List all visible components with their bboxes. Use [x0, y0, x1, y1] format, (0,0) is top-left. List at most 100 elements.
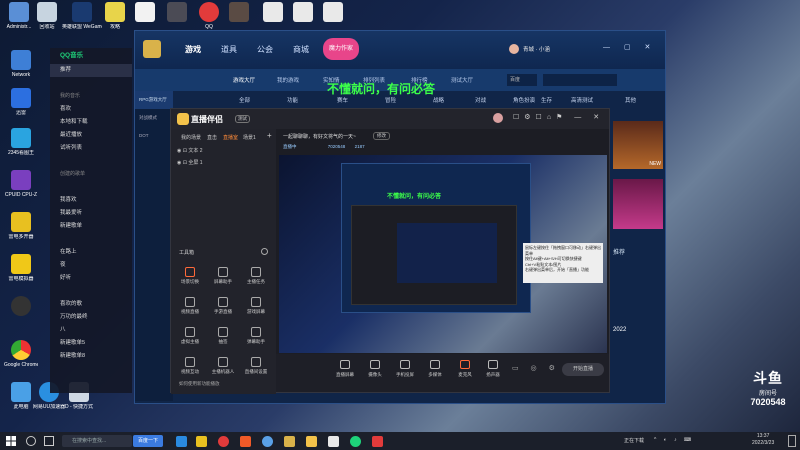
- subtab-my-games[interactable]: 我的游戏: [277, 76, 299, 84]
- qq-playlist-1[interactable]: 我喜欢: [50, 194, 132, 207]
- bottom-phone-cast[interactable]: 手机投屏: [392, 360, 418, 378]
- tool-lottery[interactable]: 抽签: [208, 327, 238, 345]
- qq-playlist-4[interactable]: 在路上: [50, 246, 132, 259]
- scene-tab-my[interactable]: 我的场景: [181, 134, 201, 141]
- cortana-search-icon[interactable]: [26, 436, 36, 446]
- notepad-icon[interactable]: [328, 436, 339, 447]
- clock[interactable]: 13:37 2022/3/23: [752, 433, 774, 447]
- streamer-avatar[interactable]: [493, 113, 503, 123]
- tool-video-interact[interactable]: 视频互动: [175, 357, 205, 375]
- tool-danmaku[interactable]: 弹幕助手: [241, 327, 271, 345]
- scene-tab-1[interactable]: 场景1: [243, 134, 256, 141]
- qq-playlist-7[interactable]: 喜欢的歌: [50, 298, 132, 311]
- qq-playlist-2[interactable]: 我最爱听: [50, 207, 132, 220]
- qq-playlist-3[interactable]: 新建歌单: [50, 220, 132, 233]
- tool-video-live[interactable]: 视频直播: [175, 297, 205, 315]
- netease-icon[interactable]: [218, 436, 229, 447]
- category-hd-test[interactable]: 高清测试: [571, 96, 593, 104]
- desktop-icon-document-3[interactable]: [286, 2, 320, 24]
- taskbar-search-input[interactable]: 在搜索中查找...: [62, 435, 132, 447]
- qq-music-icon[interactable]: [350, 436, 361, 447]
- add-scene-button[interactable]: +: [267, 131, 272, 140]
- tray-icons[interactable]: ^ ◐ ♪ ⌨: [654, 437, 694, 443]
- nav-tab-props[interactable]: 道具: [221, 44, 237, 55]
- stream-app-icon[interactable]: [306, 436, 317, 447]
- footer-help-link[interactable]: 如何使用新功能播放: [179, 381, 220, 387]
- eye-icon[interactable]: ◉ ⊡: [177, 160, 188, 166]
- tool-screen-helper[interactable]: 屏幕助手: [208, 267, 238, 285]
- qq-item-trial[interactable]: 试听列表: [50, 142, 132, 155]
- category-survival[interactable]: 生存: [541, 96, 552, 104]
- desktop-icon-wegame[interactable]: 英雄联盟 WeGame版: [62, 2, 102, 30]
- qq-item-recent[interactable]: 最近播放: [50, 129, 132, 142]
- tool-room-settings[interactable]: 直播间设置: [241, 357, 271, 375]
- tool-mobile-live[interactable]: 手游直播: [208, 297, 238, 315]
- scene-tab-room[interactable]: 直播室: [223, 134, 238, 141]
- left-item-dot[interactable]: DOT: [135, 127, 173, 145]
- taskbar-search-button[interactable]: 百度一下: [133, 435, 163, 447]
- desktop-icon-ld-multi[interactable]: 雷电多开器: [4, 212, 38, 240]
- qq-item-local[interactable]: 本地和下载: [50, 116, 132, 129]
- subtab-lobby[interactable]: 游戏大厅: [233, 76, 255, 84]
- game-cover-2[interactable]: [613, 179, 663, 229]
- file-explorer-icon[interactable]: [196, 436, 207, 447]
- qq-playlist-10[interactable]: 新建歌单5: [50, 337, 132, 350]
- start-live-button[interactable]: 开始直播: [562, 363, 604, 376]
- game-platform-icon[interactable]: [284, 436, 295, 447]
- task-view-icon[interactable]: [44, 436, 54, 446]
- qq-playlist-5[interactable]: 夜: [50, 259, 132, 272]
- bottom-extra-icons[interactable]: ▭ ◎ ⚙: [512, 364, 560, 372]
- nav-tab-mall[interactable]: 商城: [293, 44, 309, 55]
- category-rpg[interactable]: 角色扮演: [513, 96, 535, 104]
- edit-note-button[interactable]: 修改: [373, 132, 390, 140]
- desktop-icon-screenshot-2[interactable]: [222, 2, 256, 24]
- desktop-icon-document-4[interactable]: [316, 2, 350, 24]
- desktop-icon-guide[interactable]: 攻略: [98, 2, 132, 30]
- promo-badge[interactable]: 魔力作家: [323, 38, 359, 60]
- desktop-icon-document-2[interactable]: [256, 2, 290, 24]
- qq-playlist-11[interactable]: 新建歌单8: [50, 350, 132, 363]
- desktop-icon-document[interactable]: [128, 2, 162, 24]
- category-strategy[interactable]: 战略: [433, 96, 444, 104]
- eye-icon[interactable]: ◉ ⊡: [177, 148, 188, 154]
- bottom-microphone[interactable]: 麦克风: [452, 360, 478, 378]
- tool-virtual-host[interactable]: 虚拟主播: [175, 327, 205, 345]
- desktop-icon-cpuz[interactable]: CPUID CPU-Z: [4, 170, 38, 198]
- tool-robot[interactable]: 主播机器人: [208, 357, 238, 375]
- windows-start-icon[interactable]: [6, 436, 16, 446]
- desktop-icon-network[interactable]: Network: [4, 50, 38, 78]
- category-all[interactable]: 全部: [239, 96, 250, 104]
- tool-scene-switch[interactable]: 场景切换: [175, 267, 205, 285]
- nav-tab-guild[interactable]: 公会: [257, 44, 273, 55]
- desktop-icon-screenshot-1[interactable]: [160, 2, 194, 24]
- game-cover-1[interactable]: NEW: [613, 121, 663, 169]
- download-status[interactable]: 正在下载: [624, 437, 644, 444]
- source-item-1[interactable]: ◉ ⊡ 文本 2: [177, 147, 203, 154]
- region-select[interactable]: 百度: [507, 74, 537, 86]
- tool-game-screen[interactable]: 游戏屏幕: [241, 297, 271, 315]
- desktop-icon-recycle-bin[interactable]: 回收站: [30, 2, 64, 30]
- left-item-rpg[interactable]: RPG游戏大厅: [135, 91, 173, 109]
- stream-title-icons[interactable]: ☐⚙☐⌂⚑ — ✕: [513, 113, 604, 121]
- version-badge[interactable]: 测试: [235, 115, 250, 123]
- app-icon[interactable]: [240, 436, 251, 447]
- bottom-screen-capture[interactable]: 直播屏幕: [332, 360, 358, 378]
- category-function[interactable]: 功能: [287, 96, 298, 104]
- desktop-icon-ld-player[interactable]: 雷电模拟器: [4, 254, 38, 282]
- toolbox-collapse-icon[interactable]: [261, 248, 268, 255]
- subtab-test[interactable]: 测试大厅: [451, 76, 473, 84]
- desktop-icon-app[interactable]: [4, 296, 38, 318]
- desktop-icon-thunder[interactable]: 迅雷: [4, 88, 38, 116]
- desktop-icon-chrome[interactable]: Google Chrome: [4, 340, 38, 368]
- qq-playlist-6[interactable]: 好听: [50, 272, 132, 285]
- tool-host-task[interactable]: 主播任务: [241, 267, 271, 285]
- edge-icon[interactable]: [176, 436, 187, 447]
- douyu-icon[interactable]: [372, 436, 383, 447]
- game-search-input[interactable]: [543, 74, 617, 86]
- steam-icon[interactable]: [262, 436, 273, 447]
- category-adventure[interactable]: 冒险: [385, 96, 396, 104]
- qq-playlist-9[interactable]: 八: [50, 324, 132, 337]
- desktop-icon-qq[interactable]: QQ: [192, 2, 226, 30]
- source-item-2[interactable]: ◉ ⊡ 全屏 1: [177, 159, 203, 166]
- category-battle[interactable]: 对战: [475, 96, 486, 104]
